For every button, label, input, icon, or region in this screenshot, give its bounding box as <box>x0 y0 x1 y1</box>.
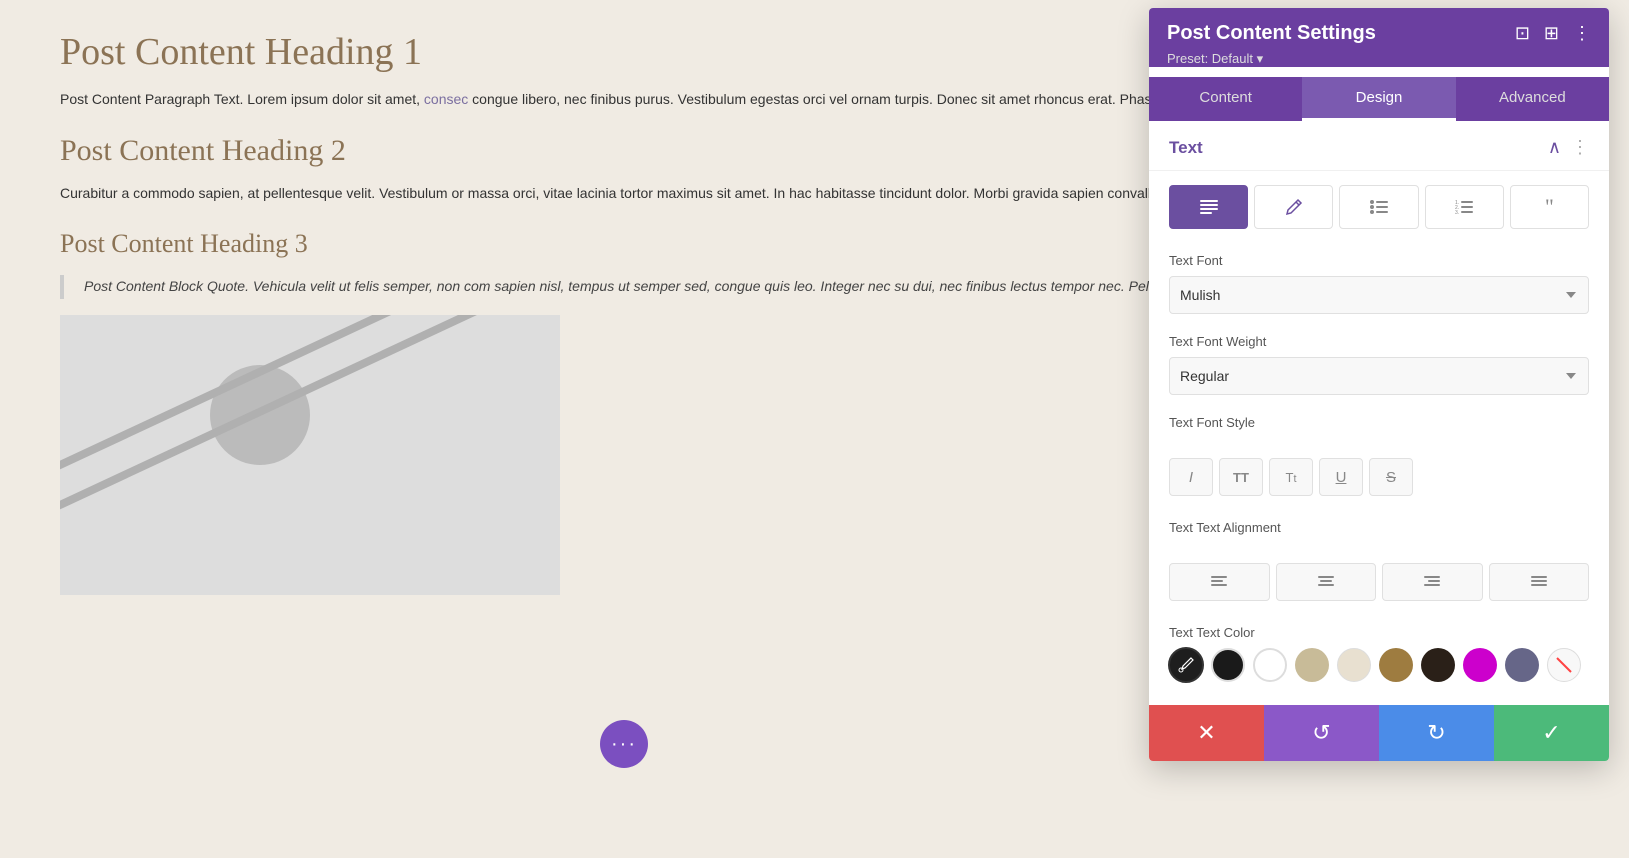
placeholder-diagonal-1 <box>60 315 560 483</box>
color-swatch-dark-brown[interactable] <box>1421 648 1455 682</box>
text-color-section: Text Text Color <box>1149 615 1609 698</box>
align-justify-btn[interactable] <box>1489 563 1590 601</box>
panel-header-icons: ⊡ ⊞ ⋮ <box>1515 23 1591 44</box>
type-btn-list-unordered[interactable] <box>1339 185 1418 229</box>
color-swatch-white[interactable] <box>1253 648 1287 682</box>
action-bar: ✕ ↺ ↻ ✓ <box>1149 705 1609 761</box>
confirm-icon: ✓ <box>1542 720 1560 746</box>
panel-preset[interactable]: Preset: Default <box>1167 51 1591 67</box>
tab-design[interactable]: Design <box>1302 77 1455 121</box>
alignment-buttons <box>1149 553 1609 615</box>
type-btn-quote[interactable]: " <box>1510 185 1589 229</box>
panel-tabs: Content Design Advanced <box>1149 77 1609 121</box>
color-swatch-tan[interactable] <box>1379 648 1413 682</box>
svg-text:1.: 1. <box>1455 200 1459 206</box>
more-icon[interactable]: ⋮ <box>1573 23 1591 44</box>
svg-text:2.: 2. <box>1455 205 1459 211</box>
undo-button[interactable]: ↺ <box>1264 705 1379 761</box>
color-swatch-eyedropper[interactable] <box>1169 648 1203 682</box>
text-font-label: Text Font <box>1169 253 1589 268</box>
more-options-icon: ··· <box>611 733 637 756</box>
cancel-icon: ✕ <box>1197 720 1215 746</box>
panel-header-top: Post Content Settings ⊡ ⊞ ⋮ <box>1167 22 1591 45</box>
columns-icon[interactable]: ⊞ <box>1544 23 1559 44</box>
text-color-label: Text Text Color <box>1169 625 1589 640</box>
type-btn-paragraph[interactable] <box>1169 185 1248 229</box>
text-font-group: Text Font Mulish Roboto Open Sans <box>1149 243 1609 324</box>
font-style-lowercase[interactable]: Tt <box>1269 458 1313 496</box>
color-swatch-black[interactable] <box>1211 648 1245 682</box>
section-collapse-icon[interactable]: ∧ <box>1548 137 1561 158</box>
color-swatch-gray[interactable] <box>1505 648 1539 682</box>
redo-button[interactable]: ↻ <box>1379 705 1494 761</box>
section-actions: ∧ ⋮ <box>1548 137 1589 158</box>
text-font-style-group: Text Font Style <box>1149 405 1609 448</box>
font-style-strikethrough[interactable]: S <box>1369 458 1413 496</box>
type-btn-pen[interactable] <box>1254 185 1333 229</box>
font-style-underline[interactable]: U <box>1319 458 1363 496</box>
color-swatch-beige-light[interactable] <box>1337 648 1371 682</box>
panel-body: Text ∧ ⋮ <box>1149 121 1609 761</box>
svg-text:3.: 3. <box>1455 210 1459 214</box>
color-swatch-beige-dark[interactable] <box>1295 648 1329 682</box>
color-swatches <box>1169 648 1589 682</box>
text-alignment-label: Text Text Alignment <box>1169 520 1589 535</box>
text-font-weight-select[interactable]: Regular Bold Light <box>1169 357 1589 395</box>
color-swatch-magenta[interactable] <box>1463 648 1497 682</box>
more-options-button[interactable]: ··· <box>600 720 648 768</box>
cancel-button[interactable]: ✕ <box>1149 705 1264 761</box>
link-text[interactable]: consec <box>424 91 468 107</box>
settings-panel: Post Content Settings ⊡ ⊞ ⋮ Preset: Defa… <box>1149 8 1609 761</box>
tab-advanced[interactable]: Advanced <box>1456 77 1609 121</box>
text-font-weight-label: Text Font Weight <box>1169 334 1589 349</box>
section-header: Text ∧ ⋮ <box>1149 121 1609 171</box>
font-style-buttons: I TT Tt U S <box>1149 448 1609 510</box>
section-title: Text <box>1169 138 1203 158</box>
text-font-style-label: Text Font Style <box>1169 415 1589 430</box>
text-font-weight-group: Text Font Weight Regular Bold Light <box>1149 324 1609 405</box>
text-font-select[interactable]: Mulish Roboto Open Sans <box>1169 276 1589 314</box>
section-more-icon[interactable]: ⋮ <box>1571 137 1589 158</box>
tab-content[interactable]: Content <box>1149 77 1302 121</box>
confirm-button[interactable]: ✓ <box>1494 705 1609 761</box>
placeholder-image <box>60 315 560 595</box>
undo-icon: ↺ <box>1312 720 1330 746</box>
align-left-btn[interactable] <box>1169 563 1270 601</box>
font-style-uppercase[interactable]: TT <box>1219 458 1263 496</box>
align-right-btn[interactable] <box>1382 563 1483 601</box>
screen-icon[interactable]: ⊡ <box>1515 23 1530 44</box>
color-swatch-clear[interactable] <box>1547 648 1581 682</box>
align-center-btn[interactable] <box>1276 563 1377 601</box>
text-alignment-group: Text Text Alignment <box>1149 510 1609 553</box>
type-btn-list-ordered[interactable]: 1. 2. 3. <box>1425 185 1504 229</box>
font-style-italic[interactable]: I <box>1169 458 1213 496</box>
type-buttons-group: 1. 2. 3. " <box>1149 171 1609 243</box>
panel-title: Post Content Settings <box>1167 22 1376 45</box>
redo-icon: ↻ <box>1427 720 1445 746</box>
panel-header: Post Content Settings ⊡ ⊞ ⋮ Preset: Defa… <box>1149 8 1609 67</box>
